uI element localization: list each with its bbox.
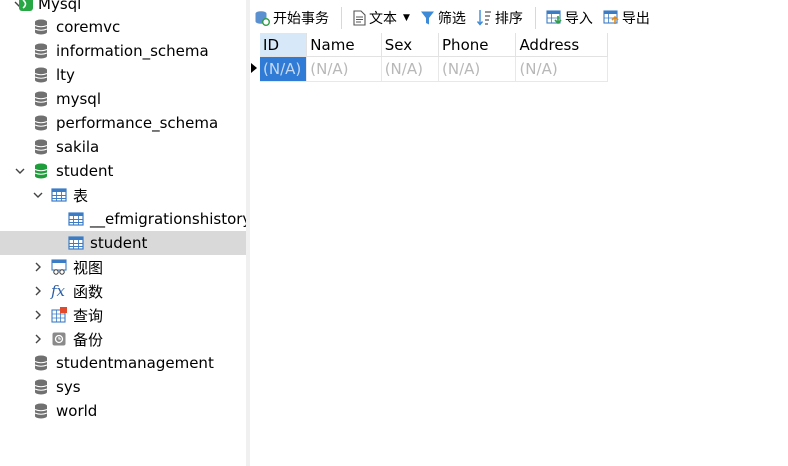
column-header-sex[interactable]: Sex xyxy=(381,33,440,57)
tree-db-lty[interactable]: lty xyxy=(0,63,246,87)
toolbar-divider xyxy=(534,7,536,29)
tree-label: 视图 xyxy=(73,258,104,277)
export-icon xyxy=(603,10,619,24)
tree-label: sys xyxy=(56,378,81,396)
tree-group-functions[interactable]: fx 函数 xyxy=(0,279,246,303)
tree-label: student xyxy=(56,162,114,180)
tree-table-student[interactable]: student xyxy=(0,231,246,255)
chevron-right-icon[interactable] xyxy=(32,309,44,321)
connection-icon xyxy=(18,0,34,12)
database-icon xyxy=(34,403,48,419)
data-toolbar: 开始事务 文本 ▼ 筛选 排序 导入 导出 xyxy=(250,4,788,32)
sort-icon xyxy=(476,10,491,26)
tree-table-efmigrationshistory[interactable]: __efmigrationshistory xyxy=(0,207,246,231)
filter-button[interactable]: 筛选 xyxy=(416,6,470,30)
tree-label: 函数 xyxy=(73,282,104,301)
filter-label: 筛选 xyxy=(437,11,466,27)
tree-label: information_schema xyxy=(56,42,209,60)
tree-db-studentmanagement[interactable]: studentmanagement xyxy=(0,351,246,375)
grid-cell[interactable]: (N/A) xyxy=(381,56,440,82)
tree-db-sakila[interactable]: sakila xyxy=(0,135,246,159)
tree-label: mysql xyxy=(56,90,101,108)
tree-label: 备份 xyxy=(73,330,104,349)
tree-connection-mysql[interactable]: Mysql xyxy=(0,0,246,16)
grid-header-row: ID Name Sex Phone Address xyxy=(250,33,608,57)
sort-label: 排序 xyxy=(494,11,523,27)
tree-label: __efmigrationshistory xyxy=(90,210,246,228)
tree-label: performance_schema xyxy=(56,114,219,132)
row-marker-header xyxy=(250,33,261,57)
tree-label: Mysql xyxy=(38,0,82,13)
sort-button[interactable]: 排序 xyxy=(472,6,527,30)
tree-group-queries[interactable]: 查询 xyxy=(0,303,246,327)
chevron-right-icon[interactable] xyxy=(32,285,44,297)
grid-cell[interactable]: (N/A) xyxy=(438,56,517,82)
chevron-right-icon[interactable] xyxy=(32,333,44,345)
text-view-label: 文本 xyxy=(369,11,397,27)
view-icon xyxy=(51,259,67,275)
tree-db-information-schema[interactable]: information_schema xyxy=(0,39,246,63)
import-icon xyxy=(546,10,562,25)
toolbar-divider xyxy=(341,7,342,29)
tree-label: 查询 xyxy=(73,306,104,325)
document-icon xyxy=(353,10,366,26)
tree-label: studentmanagement xyxy=(56,354,214,372)
table-row[interactable]: (N/A) (N/A) (N/A) (N/A) (N/A) xyxy=(250,56,608,82)
import-button[interactable]: 导入 xyxy=(542,6,597,30)
tree-db-world[interactable]: world xyxy=(0,399,246,423)
chevron-down-icon[interactable] xyxy=(32,189,44,201)
tree-db-performance-schema[interactable]: performance_schema xyxy=(0,111,246,135)
filter-icon xyxy=(420,11,434,25)
table-icon xyxy=(68,235,84,251)
grid-cell[interactable]: (N/A) xyxy=(306,56,382,82)
text-view-button[interactable]: 文本 ▼ xyxy=(348,6,414,30)
chevron-down-icon[interactable] xyxy=(14,165,26,177)
import-label: 导入 xyxy=(564,11,593,27)
tree-label: lty xyxy=(56,66,75,84)
database-active-icon xyxy=(34,163,48,179)
database-icon xyxy=(34,379,48,395)
transaction-icon xyxy=(255,11,270,26)
tree-db-mysql[interactable]: mysql xyxy=(0,87,246,111)
export-label: 导出 xyxy=(621,11,650,27)
grid-cell[interactable]: (N/A) xyxy=(515,56,608,82)
database-icon xyxy=(34,139,48,155)
column-header-phone[interactable]: Phone xyxy=(438,33,517,57)
column-header-id[interactable]: ID xyxy=(260,33,308,57)
tree-label: coremvc xyxy=(56,18,121,36)
database-icon xyxy=(34,91,48,107)
export-button[interactable]: 导出 xyxy=(599,6,654,30)
table-icon xyxy=(68,211,84,227)
query-icon xyxy=(51,307,67,323)
database-icon xyxy=(34,115,48,131)
grid-cell[interactable]: (N/A) xyxy=(260,56,308,82)
data-grid: ID Name Sex Phone Address (N/A) (N/A) (N… xyxy=(250,33,608,82)
begin-transaction-button[interactable]: 开始事务 xyxy=(250,6,333,30)
tree-label: 表 xyxy=(73,186,89,205)
tree-db-coremvc[interactable]: coremvc xyxy=(0,15,246,39)
function-icon: fx xyxy=(51,282,66,300)
tree-group-backups[interactable]: 备份 xyxy=(0,327,246,351)
table-icon xyxy=(51,187,67,203)
database-icon xyxy=(34,19,48,35)
tree-group-views[interactable]: 视图 xyxy=(0,255,246,279)
begin-transaction-label: 开始事务 xyxy=(273,11,329,27)
tree-label: world xyxy=(56,402,98,420)
database-icon xyxy=(34,43,48,59)
chevron-right-icon[interactable] xyxy=(32,261,44,273)
object-tree: Mysql coremvc information_schema lty mys… xyxy=(0,0,246,466)
tree-db-student[interactable]: student xyxy=(0,159,246,183)
database-icon xyxy=(34,355,48,371)
tree-label: sakila xyxy=(56,138,100,156)
column-header-name[interactable]: Name xyxy=(306,33,382,57)
tree-label: student xyxy=(90,234,148,252)
database-icon xyxy=(34,67,48,83)
tree-db-sys[interactable]: sys xyxy=(0,375,246,399)
column-header-address[interactable]: Address xyxy=(515,33,608,57)
caret-down-icon[interactable]: ▼ xyxy=(403,13,410,23)
backup-icon xyxy=(51,331,67,347)
tree-group-tables[interactable]: 表 xyxy=(0,183,246,207)
current-row-arrow-icon xyxy=(250,56,261,82)
